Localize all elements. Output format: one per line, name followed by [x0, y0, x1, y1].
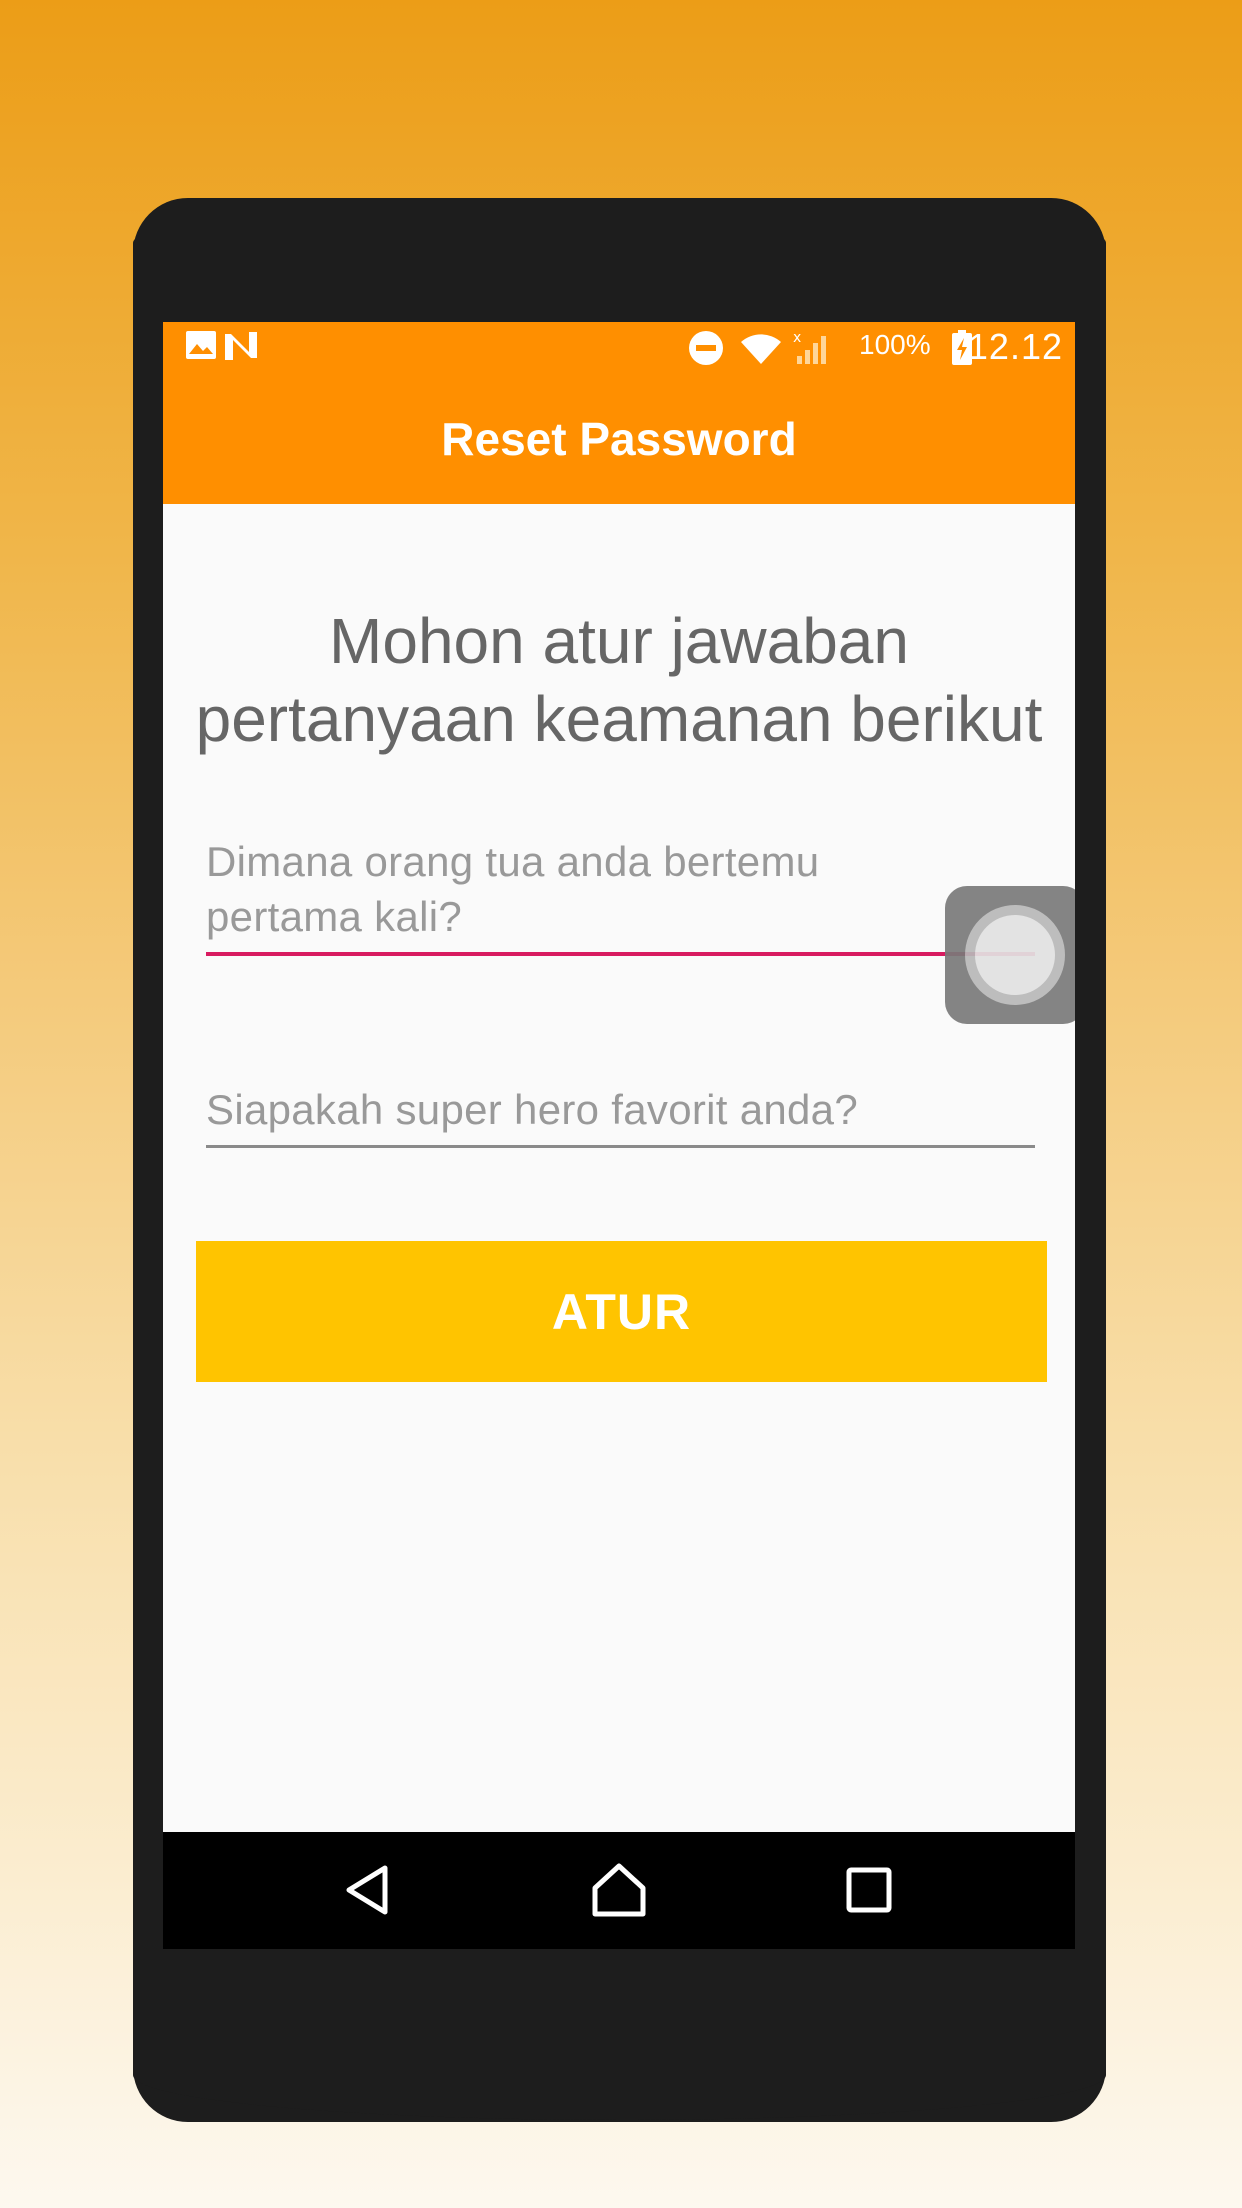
home-icon[interactable] — [589, 1860, 649, 1920]
instruction-heading-line-1: Mohon atur jawaban — [329, 605, 909, 677]
signal-icon: x — [791, 330, 831, 371]
image-icon — [185, 330, 217, 365]
security-question-1-underline — [206, 952, 1035, 956]
recents-icon[interactable] — [839, 1860, 899, 1920]
clock: 12.12 — [967, 326, 1063, 367]
status-bar: x 100% 12.12 — [163, 322, 1075, 372]
instruction-heading: Mohon atur jawaban pertanyaan keamanan b… — [163, 602, 1075, 758]
device-screen: x 100% 12.12 Reset Password Mohon atur j… — [163, 322, 1075, 1949]
security-question-2-field[interactable]: Siapakah super hero favorit anda? — [206, 1082, 1035, 1148]
instruction-heading-line-2: pertanyaan keamanan berikut — [195, 683, 1043, 755]
assistive-touch-icon[interactable] — [945, 886, 1075, 1024]
app-header: x 100% 12.12 Reset Password — [163, 322, 1075, 504]
page-title: Reset Password — [441, 413, 797, 465]
security-question-1-placeholder: Dimana orang tua anda bertemu pertama ka… — [206, 834, 1035, 952]
security-question-2-underline — [206, 1145, 1035, 1148]
svg-text:x: x — [793, 330, 801, 346]
n-logo-icon — [223, 330, 259, 367]
wifi-icon — [739, 330, 783, 371]
navigation-bar — [163, 1832, 1075, 1949]
battery-percent: 100% — [859, 329, 931, 360]
atur-button[interactable]: ATUR — [196, 1241, 1047, 1382]
phone-frame-bottom — [133, 1960, 1106, 2120]
security-question-1-placeholder-line-2: pertama kali? — [206, 893, 463, 940]
back-icon[interactable] — [339, 1860, 399, 1920]
assistive-touch-core — [975, 915, 1055, 995]
do-not-disturb-icon — [688, 330, 724, 371]
security-question-2-placeholder: Siapakah super hero favorit anda? — [206, 1086, 858, 1133]
security-question-1-placeholder-line-1: Dimana orang tua anda bertemu — [206, 838, 820, 885]
security-question-1-field[interactable]: Dimana orang tua anda bertemu pertama ka… — [206, 834, 1035, 1274]
